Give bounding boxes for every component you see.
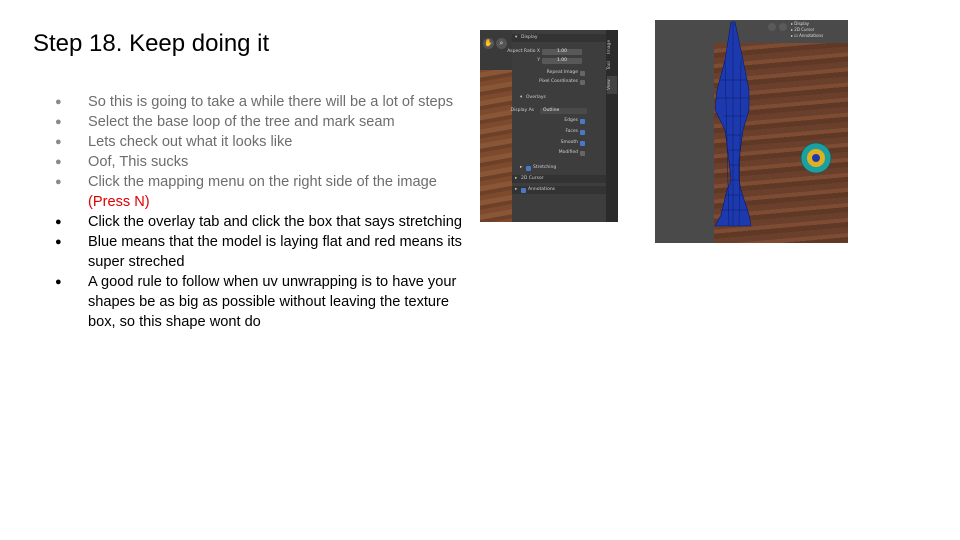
modified-checkbox[interactable] xyxy=(580,150,585,156)
stretching-checkbox[interactable] xyxy=(526,165,531,171)
sidebar-tabs: Image Tool View xyxy=(606,30,618,222)
edges-row: Edges xyxy=(512,117,606,125)
uv-editor-screenshot: ▸ Display ▸ 2D Cursor ▸ ☑ Annotations xyxy=(655,20,848,243)
slide-title: Step 18. Keep doing it xyxy=(33,30,270,57)
display-header-label: Display xyxy=(521,35,538,40)
bullet-item: A good rule to follow when uv unwrapping… xyxy=(50,272,470,332)
stretching-label: Stretching xyxy=(533,165,557,170)
aspect-y-row: Y 1.00 xyxy=(512,57,606,65)
cursor-2d-header[interactable]: ▸ 2D Cursor xyxy=(512,175,606,183)
modified-label: Modified xyxy=(558,150,578,155)
modified-row: Modified xyxy=(512,149,606,157)
expand-icon: ▾ xyxy=(520,95,523,100)
bullet-text: Click the mapping menu on the right side… xyxy=(88,174,437,190)
pixel-coordinates-label: Pixel Coordinates xyxy=(539,79,578,84)
stretching-row[interactable]: ▸ Stretching xyxy=(512,164,606,172)
aspect-y-field[interactable]: 1.00 xyxy=(542,58,582,64)
overlays-header-label: Overlays xyxy=(526,95,546,100)
bullet-text: A good rule to follow when uv unwrapping… xyxy=(88,274,457,330)
bullet-text: So this is going to take a while there w… xyxy=(88,94,454,110)
bullet-item: Click the mapping menu on the right side… xyxy=(50,172,470,212)
annotations-header[interactable]: ▸ Annotations xyxy=(512,186,606,194)
uv-mesh xyxy=(714,21,832,227)
bullet-text: Oof, This sucks xyxy=(88,154,189,170)
sidebar-screenshot: ✋ ⌕ ▾ Display Aspect Ratio X 1.00 Y 1.00… xyxy=(480,30,618,222)
display-as-label: Display As xyxy=(510,108,534,113)
bullet-text: Blue means that the model is laying flat… xyxy=(88,234,462,270)
expand-icon: ▾ xyxy=(515,35,518,40)
expand-icon: ▸ xyxy=(515,176,518,181)
faces-label: Faces xyxy=(565,129,578,134)
repeat-image-checkbox[interactable] xyxy=(580,70,585,76)
display-header[interactable]: ▾ Display xyxy=(512,34,606,42)
tab-view[interactable]: View xyxy=(607,76,617,94)
pixel-coordinates-checkbox[interactable] xyxy=(580,79,585,85)
smooth-row: Smooth xyxy=(512,139,606,147)
edges-label: Edges xyxy=(564,118,578,123)
faces-row: Faces xyxy=(512,128,606,136)
bullet-item: So this is going to take a while there w… xyxy=(50,92,470,112)
zoom-icon: ⌕ xyxy=(496,38,507,49)
expand-icon: ▸ xyxy=(520,165,523,170)
aspect-x-field[interactable]: 1.00 xyxy=(542,49,582,55)
annotations-label: Annotations xyxy=(528,187,556,192)
tab-tool[interactable]: Tool xyxy=(607,58,617,74)
smooth-label: Smooth xyxy=(560,140,578,145)
bullet-text: Lets check out what it looks like xyxy=(88,134,293,150)
aspect-x-row: Aspect Ratio X 1.00 xyxy=(507,48,606,56)
bullet-list: So this is going to take a while there w… xyxy=(50,92,470,332)
bullet-text: Click the overlay tab and click the box … xyxy=(88,214,462,230)
faces-checkbox[interactable] xyxy=(580,129,585,135)
overlays-header[interactable]: ▾ Overlays xyxy=(512,94,606,102)
edges-checkbox[interactable] xyxy=(580,118,585,124)
smooth-checkbox[interactable] xyxy=(580,140,585,146)
bullet-text: Select the base loop of the tree and mar… xyxy=(88,114,395,130)
display-as-dropdown[interactable]: Outline xyxy=(540,108,587,114)
press-n-note: (Press N) xyxy=(88,194,150,210)
bullet-item: Blue means that the model is laying flat… xyxy=(50,232,470,272)
annotations-checkbox[interactable] xyxy=(521,187,526,193)
repeat-image-row: Repeat Image xyxy=(512,69,606,77)
aspect-y-label: Y xyxy=(537,58,540,63)
aspect-x-label: Aspect Ratio X xyxy=(507,49,540,54)
expand-icon: ▸ xyxy=(515,187,518,192)
bullet-item: Lets check out what it looks like xyxy=(50,132,470,152)
n-panel: ▾ Display Aspect Ratio X 1.00 Y 1.00 Rep… xyxy=(507,30,606,222)
pixel-coordinates-row: Pixel Coordinates xyxy=(512,78,606,86)
hand-icon: ✋ xyxy=(483,38,494,49)
bullet-item: Oof, This sucks xyxy=(50,152,470,172)
bullet-item: Select the base loop of the tree and mar… xyxy=(50,112,470,132)
repeat-image-label: Repeat Image xyxy=(546,70,578,75)
uv-base-loop xyxy=(800,142,832,174)
bullet-item: Click the overlay tab and click the box … xyxy=(50,212,470,232)
tab-image[interactable]: Image xyxy=(607,36,617,58)
display-as-row: Display As Outline xyxy=(510,107,606,115)
cursor-2d-label: 2D Cursor xyxy=(521,176,544,181)
